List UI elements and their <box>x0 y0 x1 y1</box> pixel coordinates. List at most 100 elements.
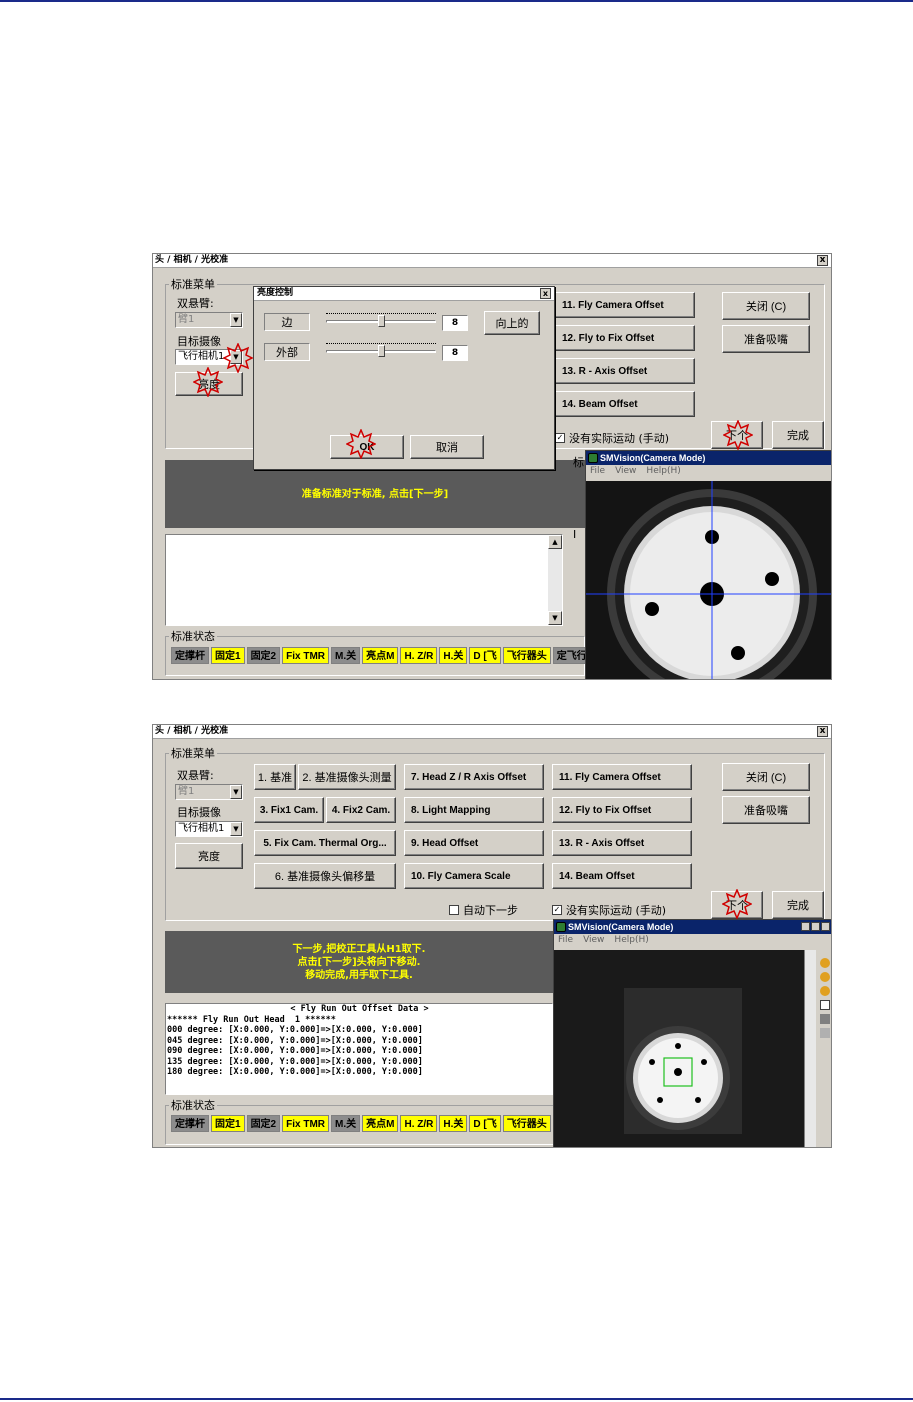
status-chip: D [飞 <box>469 647 501 664</box>
menu-help[interactable]: Help(H) <box>614 934 648 946</box>
edge-label-box: 边 <box>264 313 310 331</box>
outer-label-box: 外部 <box>264 343 310 361</box>
fly-camera-offset-button[interactable]: 11. Fly Camera Offset <box>555 292 695 318</box>
beam-offset-button[interactable]: 14. Beam Offset <box>552 863 692 889</box>
target-camera-select[interactable]: 飞行相机1 ▼ <box>175 821 243 837</box>
no-motion-label: 没有实际运动 (手动) <box>566 904 667 917</box>
menu-view[interactable]: View <box>615 465 636 477</box>
minimize-icon[interactable] <box>801 922 810 931</box>
camera-view[interactable] <box>554 950 804 1147</box>
r-axis-offset-button[interactable]: 13. R - Axis Offset <box>552 830 692 856</box>
log-scrollbar[interactable]: ▲ ▼ <box>548 535 562 625</box>
data-textarea[interactable]: < Fly Run Out Offset Data > ****** Fly R… <box>165 1003 553 1095</box>
fly-to-fix-offset-button[interactable]: 12. Fly to Fix Offset <box>552 797 692 823</box>
base-button[interactable]: 1. 基准 <box>254 764 296 790</box>
status-chip: M.关 <box>331 1115 361 1132</box>
edge-slider[interactable] <box>326 313 436 329</box>
camera-window: SMVision(Camera Mode) File View Help(H) <box>553 919 831 1147</box>
fix-cam-thermal-button[interactable]: 5. Fix Cam. Thermal Org... <box>254 830 396 856</box>
outer-slider[interactable] <box>326 343 436 359</box>
dialog-titlebar: 亮度控制 x <box>254 287 554 301</box>
close-button[interactable]: 关闭 (C) <box>722 292 810 320</box>
base-camera-measure-button[interactable]: 2. 基准摄像头测量 <box>298 764 396 790</box>
highlight-marker <box>346 429 376 459</box>
no-motion-checkbox[interactable]: ✓ 没有实际运动 (手动) <box>552 902 666 918</box>
data-line: 000 degree: [X:0.000, Y:0.000]=>[X:0.000… <box>167 1025 423 1035</box>
camera-view[interactable] <box>586 481 831 679</box>
zoom-fit-icon[interactable] <box>820 986 830 996</box>
camera-image <box>586 481 831 679</box>
calibration-window-2: 头 / 相机 / 光校准 x 标准菜单 双悬臂: 臂1 ▼ 目标摄像 飞行相机1 ▼… <box>152 724 832 1148</box>
close-icon[interactable] <box>821 922 830 931</box>
window-titlebar: 头 / 相机 / 光校准 x <box>153 254 831 268</box>
log-textarea[interactable]: ▲ ▼ <box>165 534 563 626</box>
camera-image <box>554 950 804 1147</box>
no-motion-checkbox[interactable]: ✓ 没有实际运动 (手动) <box>555 430 669 446</box>
window-title: 头 / 相机 / 光校准 <box>155 255 229 265</box>
edge-value[interactable]: 8 <box>442 315 468 331</box>
auto-next-label: 自动下一步 <box>463 904 518 917</box>
calibration-window-1: 头 / 相机 / 光校准 x 标准菜单 双悬臂: 臂1 ▼ 目标摄像 飞行相机1 ▼… <box>152 253 832 680</box>
light-mapping-button[interactable]: 8. Light Mapping <box>404 797 544 823</box>
grid-icon[interactable] <box>820 1014 830 1024</box>
status-chip: D [飞 <box>469 1115 501 1132</box>
status-row: 定撑杆 固定1 固定2 Fix TMR M.关 亮点M H. Z/R H.关 D [飞 飞行器头定… <box>171 647 591 664</box>
fix2-cam-button[interactable]: 4. Fix2 Cam. <box>326 797 396 823</box>
slider-thumb[interactable] <box>378 345 385 357</box>
beam-offset-button[interactable]: 14. Beam Offset <box>555 391 695 417</box>
close-button[interactable]: 关闭 (C) <box>722 763 810 791</box>
status-row: 定撑杆 固定1 固定2 Fix TMR M.关 亮点M H. Z/R H.关 D [飞 飞行器头 <box>171 1115 551 1132</box>
chevron-down-icon: ▼ <box>230 313 242 327</box>
checkbox-icon: ✓ <box>552 905 562 915</box>
brightness-button[interactable]: 亮度 <box>175 843 243 869</box>
outer-value[interactable]: 8 <box>442 345 468 361</box>
arm-select-value: 臂1 <box>178 314 195 325</box>
menu-help[interactable]: Help(H) <box>646 465 680 477</box>
auto-next-checkbox[interactable]: 自动下一步 <box>449 902 518 918</box>
zoom-out-icon[interactable] <box>820 972 830 982</box>
app-icon <box>556 922 566 932</box>
finish-button[interactable]: 完成 <box>772 891 824 919</box>
menu-view[interactable]: View <box>583 934 604 946</box>
fly-to-fix-offset-button[interactable]: 12. Fly to Fix Offset <box>555 325 695 351</box>
zoom-in-icon[interactable] <box>820 958 830 968</box>
fly-camera-scale-button[interactable]: 10. Fly Camera Scale <box>404 863 544 889</box>
fly-camera-offset-button[interactable]: 11. Fly Camera Offset <box>552 764 692 790</box>
scroll-down-icon[interactable]: ▼ <box>548 611 562 625</box>
checkbox-icon: ✓ <box>555 433 565 443</box>
settings-icon[interactable] <box>820 1028 830 1038</box>
window-icon[interactable] <box>820 1000 830 1010</box>
camera-scrollbar[interactable] <box>804 950 816 1147</box>
scroll-up-icon[interactable]: ▲ <box>548 535 562 549</box>
arm-select[interactable]: 臂1 ▼ <box>175 312 243 328</box>
camera-titlebar: SMVision(Camera Mode) <box>554 920 831 934</box>
menu-file[interactable]: File <box>558 934 573 946</box>
menu-file[interactable]: File <box>590 465 605 477</box>
close-icon[interactable]: x <box>540 288 551 299</box>
r-axis-offset-button[interactable]: 13. R - Axis Offset <box>555 358 695 384</box>
status-chip: 固定2 <box>246 647 281 664</box>
status-chip: H. Z/R <box>400 1115 438 1132</box>
status-chip: H. Z/R <box>400 647 438 664</box>
prepare-nozzle-button[interactable]: 准备吸嘴 <box>722 796 810 824</box>
finish-button[interactable]: 完成 <box>772 421 824 449</box>
maximize-icon[interactable] <box>811 922 820 931</box>
close-icon[interactable]: x <box>817 255 828 266</box>
arm-select[interactable]: 臂1 ▼ <box>175 784 243 800</box>
camera-titlebar: SMVision(Camera Mode) <box>586 451 831 465</box>
head-zr-axis-offset-button[interactable]: 7. Head Z / R Axis Offset <box>404 764 544 790</box>
base-camera-offset-button[interactable]: 6. 基准摄像头偏移量 <box>254 863 396 889</box>
target-camera-value: 飞行相机1 <box>178 351 225 362</box>
prepare-nozzle-button[interactable]: 准备吸嘴 <box>722 325 810 353</box>
up-button[interactable]: 向上的 <box>484 311 540 335</box>
cancel-button[interactable]: 取消 <box>410 435 484 459</box>
close-icon[interactable]: x <box>817 726 828 737</box>
camera-window: SMVision(Camera Mode) File View Help(H) <box>585 450 831 679</box>
status-chip: 亮点M <box>362 1115 399 1132</box>
slider-thumb[interactable] <box>378 315 385 327</box>
highlight-marker <box>722 889 752 919</box>
fix1-cam-button[interactable]: 3. Fix1 Cam. <box>254 797 324 823</box>
head-offset-button[interactable]: 9. Head Offset <box>404 830 544 856</box>
calib-menu-label: 标准菜单 <box>169 276 217 292</box>
window-title: 头 / 相机 / 光校准 <box>155 726 229 736</box>
